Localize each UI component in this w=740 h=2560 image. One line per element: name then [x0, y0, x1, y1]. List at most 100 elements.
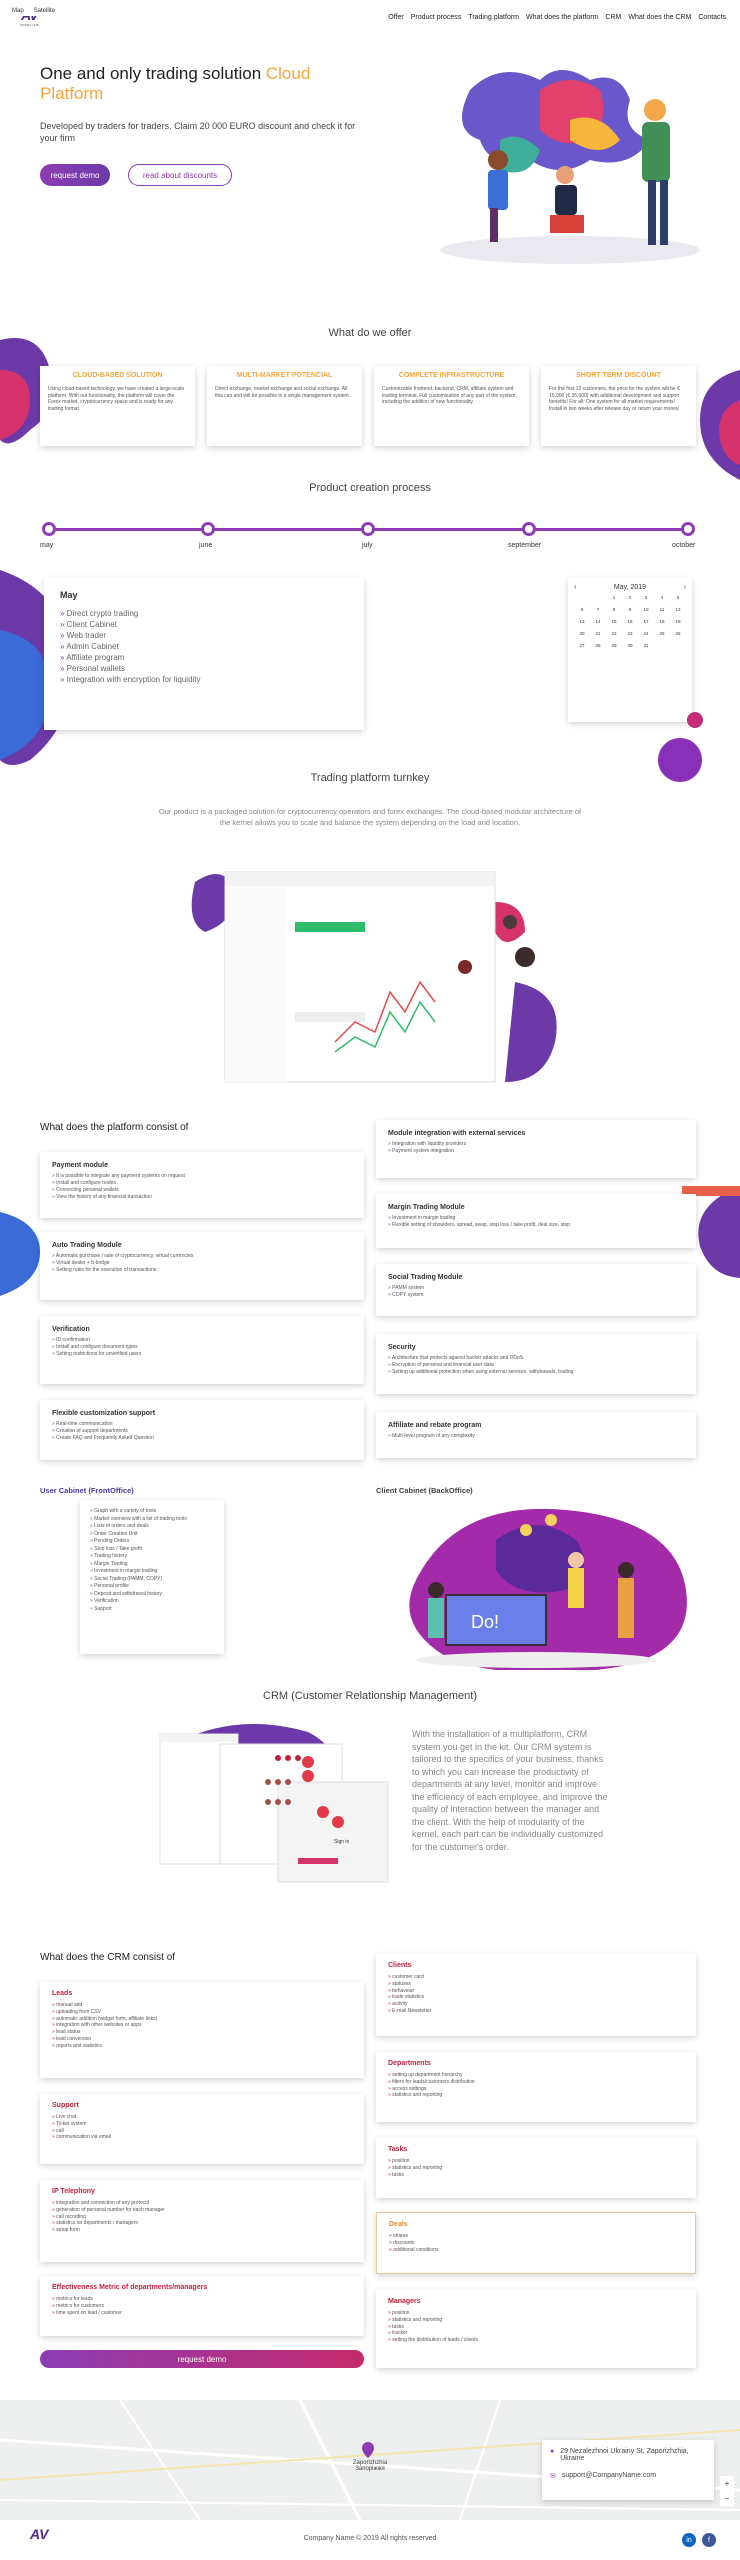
email-row[interactable]: ✉ support@CompanyName.com [550, 2472, 706, 2480]
module-title: Managers [388, 2298, 421, 2305]
calendar-day[interactable]: 30 [622, 643, 638, 648]
linkedin-icon[interactable]: in [682, 2533, 696, 2547]
calendar-day[interactable]: 18 [654, 619, 670, 624]
calendar-day[interactable]: 1 [606, 595, 622, 600]
list-item: It is possible to integrate any payment … [52, 1173, 352, 1180]
list-item: Investment in margin trading [388, 1215, 684, 1222]
read-discounts-button[interactable]: read about discounts [128, 164, 232, 186]
list-item: Multi-level program of any complexity [388, 1433, 684, 1440]
timeline-dot-october[interactable] [681, 522, 695, 536]
calendar-day[interactable]: 8 [606, 607, 622, 612]
nav-item-crm[interactable]: CRM [605, 14, 621, 21]
calendar-day[interactable]: 21 [590, 631, 606, 636]
email-text[interactable]: support@CompanyName.com [562, 2472, 656, 2479]
timeline-dot-may[interactable] [42, 522, 56, 536]
module-list: manual adduploading from CSVautomatic ad… [52, 2002, 352, 2050]
calendar-widget: ‹ May, 2019 › 1 2 3 4 5 6 7 8 9 10 11 12 13 14 15 16 17 1… [568, 578, 692, 722]
calendar-day [574, 595, 590, 600]
timeline-dot-june[interactable] [201, 522, 215, 536]
calendar-day[interactable]: 5 [670, 595, 686, 600]
list-item: PAMM system [388, 1285, 684, 1292]
zoom-in-icon[interactable]: + [720, 2476, 734, 2491]
turnkey-section-title: Trading platform turnkey [310, 772, 430, 784]
nav-item-what-crm[interactable]: What does the CRM [628, 14, 691, 21]
front-office-title[interactable]: User Cabinet (FrontOffice) [40, 1486, 134, 1495]
calendar-day[interactable]: 27 [574, 643, 590, 648]
calendar-next-icon[interactable]: › [684, 584, 686, 591]
timeline-label-july: july [362, 542, 373, 549]
back-office-title[interactable]: Client Cabinet (BackOffice) [376, 1486, 473, 1495]
module-title: Payment module [52, 1162, 109, 1169]
calendar-day[interactable]: 16 [622, 619, 638, 624]
location-icon: ● [550, 2448, 555, 2455]
calendar-day[interactable]: 11 [654, 607, 670, 612]
nav-item-product-process[interactable]: Product process [411, 14, 462, 21]
list-item: Margin Trading [90, 1561, 214, 1569]
hero-subtitle: Developed by traders for traders. Claim … [40, 121, 356, 143]
list-item: Integration with encryption for liquidit… [60, 674, 348, 685]
nav-item-offer[interactable]: Offer [388, 14, 403, 21]
team-illustration: Do! [409, 1508, 687, 1670]
list-item: E-mail Newsletter [388, 2008, 684, 2015]
module-list: setting up department hierarchyfilters f… [388, 2072, 684, 2099]
calendar-day[interactable]: 15 [606, 619, 622, 624]
calendar-day[interactable]: 10 [638, 607, 654, 612]
calendar-day[interactable]: 6 [574, 607, 590, 612]
calendar-day[interactable]: 20 [574, 631, 590, 636]
request-demo-button[interactable]: request demo [40, 164, 110, 186]
list-item: COPY system [388, 1292, 684, 1299]
nav-item-trading-platform[interactable]: Trading platform [468, 14, 519, 21]
map-tab-map[interactable]: Map [12, 8, 24, 14]
calendar-day[interactable]: 13 [574, 619, 590, 624]
process-detail-card: May Direct crypto trading Client Cabinet… [44, 578, 364, 730]
list-item: Support [90, 1606, 214, 1614]
facebook-icon[interactable]: f [702, 2533, 716, 2547]
timeline-dot-july[interactable] [361, 522, 375, 536]
process-section-title: Product creation process [309, 482, 431, 494]
map-pin-icon[interactable] [362, 2442, 374, 2458]
calendar-day[interactable]: 12 [670, 607, 686, 612]
offer-card-text: Direct exchange, market exchange and soc… [215, 386, 351, 399]
decor-circle-small [687, 712, 703, 728]
calendar-day[interactable]: 2 [622, 595, 638, 600]
calendar-day[interactable]: 23 [622, 631, 638, 636]
list-item: lead conversion [52, 2036, 352, 2043]
calendar-day[interactable]: 17 [638, 619, 654, 624]
calendar-day[interactable]: 31 [638, 643, 654, 648]
calendar-day [654, 643, 670, 648]
calendar-day[interactable]: 24 [638, 631, 654, 636]
calendar-day[interactable]: 4 [654, 595, 670, 600]
list-item: Integration with liquidity providers [388, 1141, 684, 1148]
nav-item-what-platform[interactable]: What does the platform [526, 14, 598, 21]
list-item: statistics on departments / managers [52, 2220, 352, 2227]
list-item: statistics and reporting [388, 2165, 684, 2172]
nav-item-contacts[interactable]: Contacts [698, 14, 726, 21]
module-title: Affiliate and rebate program [388, 1422, 482, 1429]
zoom-out-icon[interactable]: − [720, 2491, 734, 2506]
calendar-day[interactable]: 7 [590, 607, 606, 612]
calendar-day[interactable]: 29 [606, 643, 622, 648]
calendar-day[interactable]: 3 [638, 595, 654, 600]
offer-card-infrastructure: COMPLETE INFRASTRUCTURE Customizable fro… [374, 366, 529, 446]
timeline-label-october: october [672, 542, 696, 549]
puzzle-illustration [440, 70, 700, 264]
address-text: 29 Nezalezhnoi Ukrainy St, Zaporizhzhia,… [560, 2448, 689, 2462]
calendar-day[interactable]: 25 [654, 631, 670, 636]
logo-subtitle: PRIMEX HUB [20, 23, 39, 27]
calendar-day[interactable]: 26 [670, 631, 686, 636]
hero-title: One and only trading solution Cloud Plat… [40, 64, 370, 104]
calendar-day[interactable]: 22 [606, 631, 622, 636]
module-title: Leads [52, 1990, 73, 1997]
crm-module-metrics: Effectiveness Metric of departments/mana… [40, 2276, 364, 2336]
request-demo-wide-button[interactable]: request demo [40, 2350, 364, 2368]
calendar-day[interactable]: 28 [590, 643, 606, 648]
calendar-day[interactable]: 9 [622, 607, 638, 612]
timeline-dot-september[interactable] [522, 522, 536, 536]
list-item: Web trader [60, 630, 348, 641]
list-item: discounts [389, 2240, 683, 2247]
module-list: metrics for leadsmetrics for customersti… [52, 2296, 352, 2316]
calendar-day[interactable]: 14 [590, 619, 606, 624]
map-tab-satellite[interactable]: Satellite [34, 8, 55, 14]
calendar-day[interactable]: 19 [670, 619, 686, 624]
calendar-prev-icon[interactable]: ‹ [574, 584, 576, 591]
